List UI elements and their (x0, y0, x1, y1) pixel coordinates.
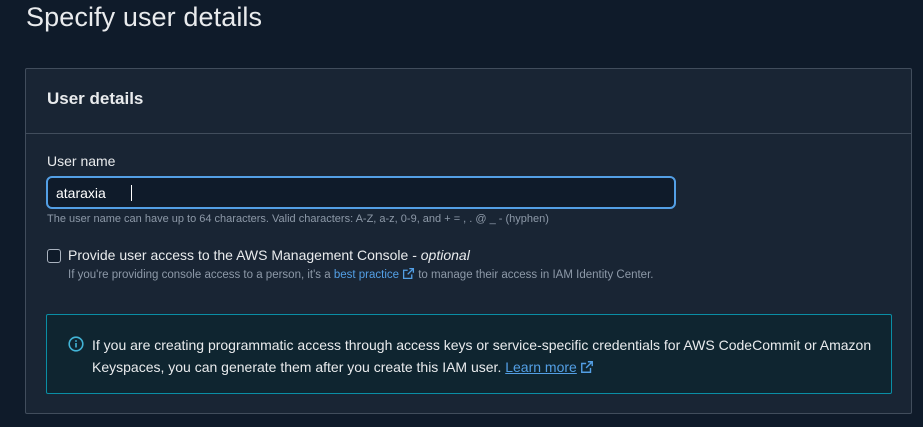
console-access-desc-after: to manage their access in IAM Identity C… (415, 269, 654, 281)
optional-tag: optional (420, 247, 470, 263)
learn-more-link-text: Learn more (505, 359, 577, 375)
best-practice-link[interactable]: best practice (333, 267, 415, 281)
info-text: If you are creating programmatic access … (92, 334, 872, 378)
console-access-label-text: Provide user access to the AWS Managemen… (68, 247, 421, 263)
user-name-input[interactable] (46, 176, 676, 209)
external-link-icon (403, 267, 415, 280)
user-name-label: User name (47, 153, 116, 169)
console-access-desc-before: If you're providing console access to a … (68, 269, 334, 281)
user-name-hint: The user name can have up to 64 characte… (47, 213, 549, 225)
info-alert: If you are creating programmatic access … (46, 314, 892, 394)
panel-header: User details (26, 69, 911, 134)
console-access-label[interactable]: Provide user access to the AWS Managemen… (68, 247, 470, 263)
console-access-checkbox[interactable] (47, 249, 61, 263)
console-access-description: If you're providing console access to a … (68, 267, 658, 283)
info-text-body: If you are creating programmatic access … (92, 337, 872, 375)
learn-more-link[interactable]: Learn more (505, 359, 577, 375)
external-link-icon[interactable] (580, 360, 594, 374)
page-title: Specify user details (26, 2, 263, 32)
best-practice-link-text: best practice (333, 269, 400, 281)
info-icon (68, 336, 84, 352)
text-caret (131, 185, 132, 201)
user-details-panel: User details User name The user name can… (25, 68, 912, 414)
panel-title: User details (47, 89, 144, 108)
